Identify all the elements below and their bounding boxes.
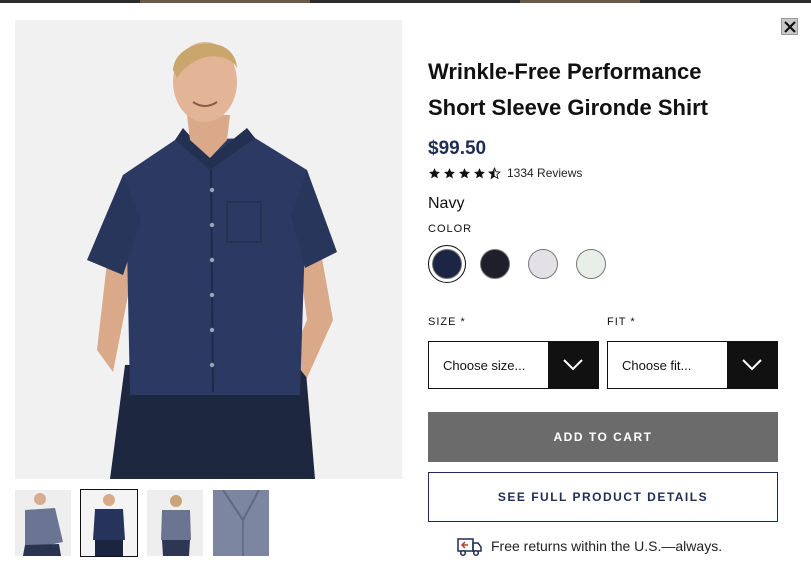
fit-label: FIT *	[607, 316, 636, 328]
fit-select[interactable]: Choose fit...	[607, 341, 778, 389]
fit-dropdown-toggle[interactable]	[727, 342, 777, 388]
size-label: SIZE *	[428, 316, 466, 328]
thumbnail-4[interactable]	[213, 490, 269, 556]
see-full-details-button[interactable]: SEE FULL PRODUCT DETAILS	[428, 472, 778, 522]
product-main-image[interactable]	[15, 20, 402, 479]
thumbnail-2[interactable]	[80, 489, 138, 557]
add-to-cart-button[interactable]: ADD TO CART	[428, 412, 778, 462]
color-label: COLOR	[428, 223, 473, 235]
star-icon	[474, 167, 485, 178]
close-icon	[783, 20, 796, 33]
swatch-mint-color	[576, 249, 606, 279]
background-edge-right	[520, 0, 640, 3]
color-swatches	[428, 245, 610, 283]
swatch-navy[interactable]	[428, 245, 466, 283]
size-dropdown-toggle[interactable]	[548, 342, 598, 388]
selected-color-name: Navy	[428, 195, 465, 212]
product-price: $99.50	[428, 138, 487, 159]
swatch-mint[interactable]	[572, 245, 610, 283]
swatch-black[interactable]	[476, 245, 514, 283]
top-edge-strip	[0, 0, 811, 3]
thumbnail-1[interactable]	[15, 490, 71, 556]
fit-select-value: Choose fit...	[622, 357, 692, 373]
swatch-navy-color	[432, 249, 462, 279]
review-count[interactable]: 1334 Reviews	[507, 166, 582, 180]
size-select[interactable]: Choose size...	[428, 341, 599, 389]
thumbnail-3[interactable]	[147, 490, 203, 556]
star-rating	[428, 166, 501, 180]
chevron-down-icon	[742, 359, 762, 371]
size-select-value: Choose size...	[443, 357, 526, 373]
star-icon	[429, 167, 440, 178]
free-returns-note: Free returns within the U.S.—always.	[457, 535, 722, 557]
product-title: Wrinkle-Free Performance Short Sleeve Gi…	[428, 54, 758, 126]
swatch-light-gray-color	[528, 249, 558, 279]
rating-summary[interactable]: 1334 Reviews	[428, 166, 582, 180]
swatch-light-gray[interactable]	[524, 245, 562, 283]
star-half-icon	[488, 166, 501, 179]
star-icon	[459, 167, 470, 178]
chevron-down-icon	[563, 359, 583, 371]
background-edge-left	[140, 0, 310, 3]
close-button[interactable]	[781, 18, 798, 35]
product-title-line2: Short Sleeve Gironde Shirt	[428, 95, 708, 120]
star-icon	[444, 167, 455, 178]
thumbnail-strip	[15, 489, 269, 557]
return-truck-icon	[457, 538, 482, 557]
product-title-line1: Wrinkle-Free Performance	[428, 59, 702, 84]
free-returns-text: Free returns within the U.S.—always.	[491, 538, 723, 554]
swatch-black-color	[480, 249, 510, 279]
